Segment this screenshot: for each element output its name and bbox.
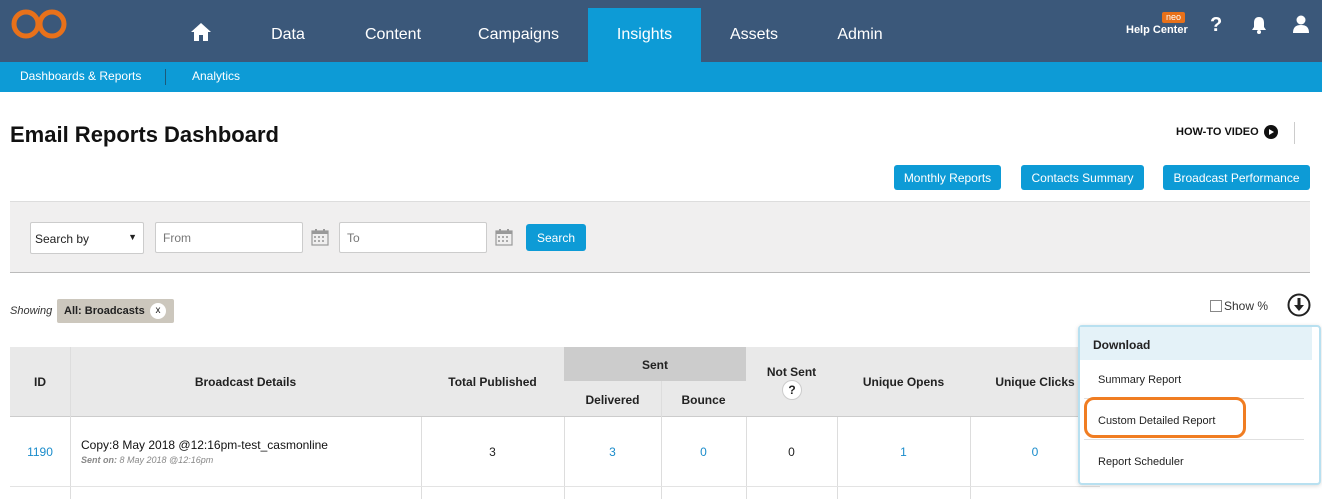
nav-data[interactable]: Data [250,8,326,62]
download-icon[interactable] [1287,293,1311,317]
header-bounce[interactable]: Bounce [661,393,746,407]
top-nav: Data Content Campaigns Insights Assets A… [0,0,1322,62]
chip-close-icon[interactable]: x [150,303,166,319]
search-button[interactable]: Search [526,224,586,251]
sent-on-value: 8 May 2018 @12:16pm [119,455,214,465]
sent-on-label: Sent on: [81,455,117,465]
neo-badge: neo [1162,12,1186,23]
help-question-icon[interactable]: ? [782,380,802,400]
user-icon[interactable] [1292,15,1310,34]
header-id[interactable]: ID [10,375,70,389]
cell-delivered-link[interactable]: 3 [564,445,661,459]
bell-icon[interactable] [1250,16,1268,34]
monthly-reports-button[interactable]: Monthly Reports [894,165,1001,190]
menu-item-report-scheduler[interactable]: Report Scheduler [1098,456,1184,468]
contacts-summary-button[interactable]: Contacts Summary [1021,165,1144,190]
column-divider [70,347,71,499]
show-percent-label[interactable]: Show % [1224,299,1268,313]
cell-bounce-link[interactable]: 0 [661,445,746,459]
nav-content[interactable]: Content [350,8,436,62]
cell-unique-opens-link[interactable]: 1 [837,445,970,459]
header-delivered[interactable]: Delivered [564,393,661,407]
help-center-link[interactable]: Help Center [1126,24,1188,36]
search-by-value: Search by [35,232,90,246]
nav-insights[interactable]: Insights [588,8,701,62]
filter-chip-label: All: Broadcasts [64,305,145,317]
howto-video-link[interactable]: HOW-TO VIDEO [1176,126,1259,138]
cell-total-published: 3 [489,445,496,459]
nav-campaigns[interactable]: Campaigns [466,8,571,62]
broadcast-title: Copy:8 May 2018 @12:16pm-test_casmonline [81,438,328,452]
cell-not-sent: 0 [788,445,795,459]
subnav-analytics[interactable]: Analytics [192,69,240,83]
menu-divider [1084,439,1304,440]
nav-assets[interactable]: Assets [718,8,790,62]
show-percent-checkbox[interactable] [1210,300,1222,312]
subnav-divider [165,69,166,85]
highlight-annotation [1084,397,1246,438]
play-icon[interactable] [1264,125,1278,139]
row-id-link[interactable]: 1190 [10,445,70,459]
header-divider [1294,122,1295,144]
download-menu-header: Download [1080,327,1312,360]
subnav-dashboards-reports[interactable]: Dashboards & Reports [20,69,141,83]
filter-chip: All: Broadcasts x [57,299,174,323]
from-date-input[interactable]: From [155,222,303,253]
sub-nav: Dashboards & Reports Analytics [0,62,1322,92]
calendar-icon[interactable] [311,228,329,246]
broadcast-sent-on: Sent on: 8 May 2018 @12:16pm [81,455,213,465]
calendar-icon[interactable] [495,228,513,246]
header-unique-opens[interactable]: Unique Opens [837,375,970,389]
header-total-published[interactable]: Total Published [421,375,564,389]
brand-logo[interactable] [10,7,70,41]
header-sent: Sent [641,358,668,372]
menu-item-summary-report[interactable]: Summary Report [1098,374,1181,386]
showing-label: Showing [10,305,53,317]
row-divider [10,486,1100,487]
page-title: Email Reports Dashboard [10,122,279,147]
search-by-select[interactable]: Search by ▼ [30,222,144,254]
to-date-input[interactable]: To [339,222,487,253]
dropdown-arrow-icon: ▼ [128,232,137,242]
question-icon[interactable]: ? [1210,14,1222,37]
home-icon[interactable] [190,22,212,42]
broadcast-performance-button[interactable]: Broadcast Performance [1163,165,1310,190]
header-broadcast-details[interactable]: Broadcast Details [70,375,421,389]
nav-admin[interactable]: Admin [824,8,896,62]
header-not-sent[interactable]: Not Sent [746,365,837,379]
